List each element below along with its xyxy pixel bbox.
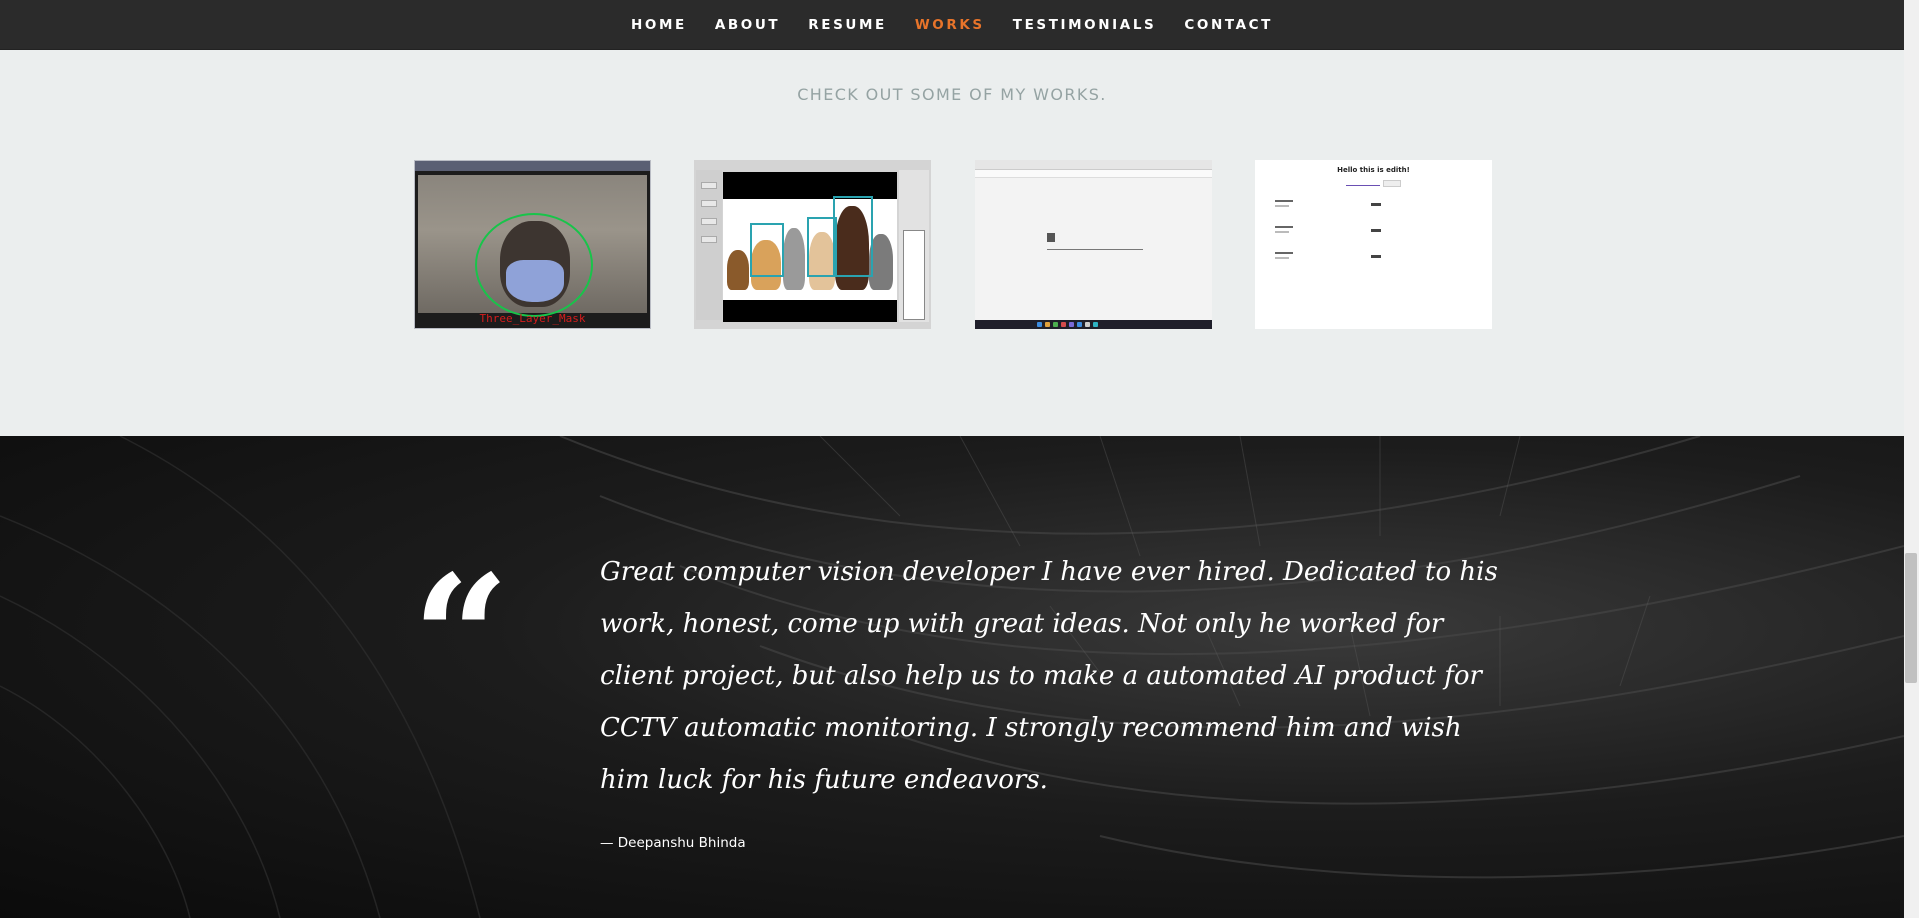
tool-button (701, 182, 717, 189)
app-icon (1093, 322, 1098, 327)
app-icon (1053, 322, 1058, 327)
nav-item-about[interactable]: ABOUT (715, 17, 780, 33)
ground-line (1047, 249, 1143, 250)
quote-icon: “ (412, 538, 510, 738)
tool-panel (696, 170, 722, 320)
bounding-box (750, 223, 784, 277)
result-row (1275, 252, 1395, 262)
work-caption: Hello this is edith! (1337, 166, 1410, 174)
app-icon (1037, 322, 1042, 327)
works-section: CHECK OUT SOME OF MY WORKS. Three_Layer_… (0, 50, 1904, 436)
window-titlebar (415, 161, 650, 171)
pets-image (723, 196, 897, 300)
work-caption: Three_Layer_Mask (479, 312, 586, 325)
nav-item-contact[interactable]: CONTACT (1184, 17, 1273, 33)
app-icon (1077, 322, 1082, 327)
bounding-box (833, 196, 873, 277)
options-panel (899, 170, 929, 322)
submit-button (1383, 180, 1401, 187)
works-heading: CHECK OUT SOME OF MY WORKS. (797, 85, 1107, 104)
detection-ring (475, 213, 593, 317)
work-thumbnail-edith-assistant[interactable]: Hello this is edith! (1255, 160, 1492, 329)
nav-menu: HOME ABOUT RESUME WORKS TESTIMONIALS CON… (617, 17, 1287, 33)
address-bar (975, 170, 1212, 178)
app-icon (1061, 322, 1066, 327)
class-list (903, 230, 925, 320)
testimonials-section: “ Great computer vision developer I have… (0, 436, 1904, 918)
result-row (1275, 226, 1395, 236)
nav-item-resume[interactable]: RESUME (808, 17, 887, 33)
pet-figure (727, 250, 749, 290)
nav-item-testimonials[interactable]: TESTIMONIALS (1013, 17, 1157, 33)
work-thumbnail-pet-detection[interactable] (694, 160, 931, 329)
pet-figure (783, 228, 805, 290)
taskbar (975, 320, 1212, 329)
query-input (1346, 179, 1380, 186)
dino-icon (1047, 233, 1055, 242)
page-scrollbar-thumb[interactable] (1905, 553, 1917, 683)
tool-button (701, 218, 717, 225)
image-stage (723, 172, 897, 322)
testimonial-author: — Deepanshu Bhinda (600, 835, 746, 851)
browser-tabs (975, 160, 1212, 170)
app-icon (1045, 322, 1050, 327)
nav-item-home[interactable]: HOME (631, 17, 687, 33)
result-row (1275, 200, 1395, 210)
testimonial-quote: Great computer vision developer I have e… (600, 557, 1498, 795)
app-icon (1069, 322, 1074, 327)
app-icon (1085, 322, 1090, 327)
nav-item-works[interactable]: WORKS (915, 17, 985, 33)
page-scrollbar-track[interactable] (1904, 0, 1919, 918)
tool-button (701, 236, 717, 243)
tool-button (701, 200, 717, 207)
webcam-frame (418, 175, 647, 317)
work-thumbnail-browser-game[interactable] (975, 160, 1212, 329)
top-navigation: HOME ABOUT RESUME WORKS TESTIMONIALS CON… (0, 0, 1904, 50)
work-thumbnail-mask-detection[interactable]: Three_Layer_Mask (414, 160, 651, 329)
